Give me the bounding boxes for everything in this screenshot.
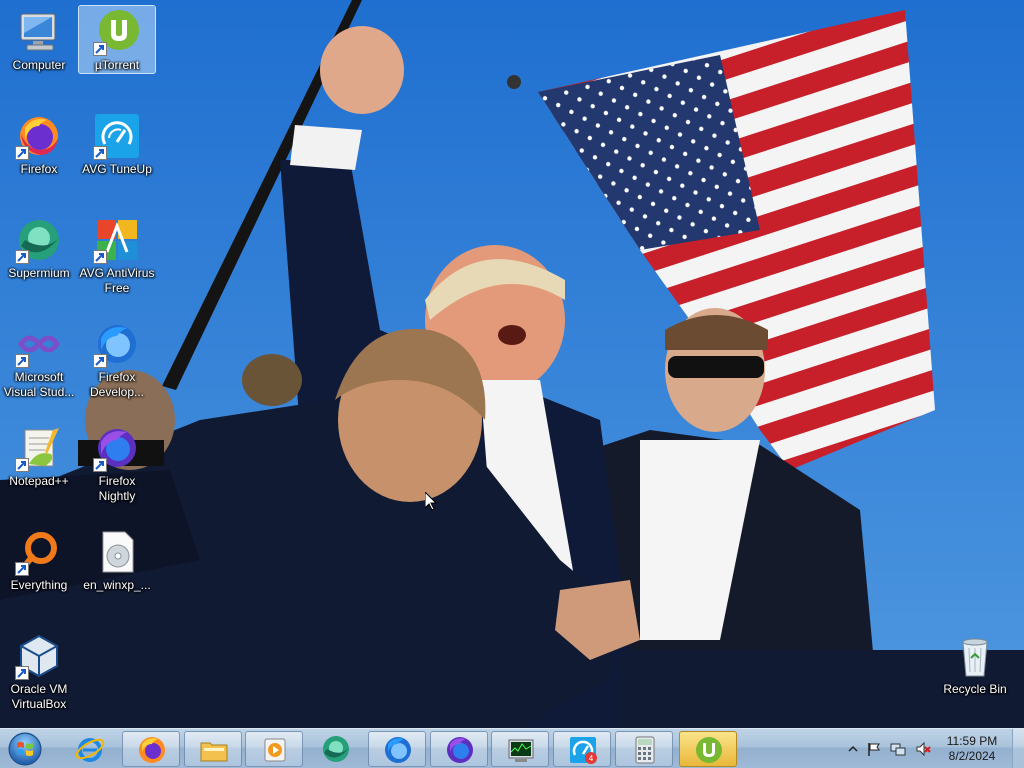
desktop-icon-firefox[interactable]: Firefox	[1, 110, 77, 177]
desktop-icon-label: Recycle Bin	[943, 682, 1007, 696]
shortcut-arrow-icon	[93, 42, 107, 56]
utorrent-icon	[93, 8, 141, 56]
notepad-plus-plus-icon	[15, 424, 63, 472]
avg-tuneup-icon: 4	[570, 737, 597, 764]
shortcut-arrow-icon	[15, 354, 29, 368]
taskbar-button-file-explorer[interactable]	[184, 731, 242, 767]
action-center-flag-icon[interactable]	[866, 741, 882, 757]
disc-image-icon	[93, 528, 141, 576]
firefox-nightly-icon	[447, 737, 473, 763]
avg-tuneup-icon	[93, 112, 141, 160]
desktop-icon-visual-studio[interactable]: Microsoft Visual Stud...	[1, 318, 77, 400]
taskbar-button-avg-tuneup[interactable]: 4	[553, 731, 611, 767]
shortcut-arrow-icon	[15, 458, 29, 472]
shortcut-arrow-icon	[15, 666, 29, 680]
desktop-icon-winxp-iso[interactable]: en_winxp_...	[79, 526, 155, 593]
desktop-icon-avg-antivirus[interactable]: AVG AntiVirus Free	[79, 214, 155, 296]
firefox-icon	[15, 112, 63, 160]
firefox-developer-icon	[385, 737, 411, 763]
firefox-developer-icon	[93, 320, 141, 368]
desktop-icon-label: Firefox	[20, 162, 58, 176]
firefox-icon	[139, 737, 165, 763]
shortcut-arrow-icon	[93, 250, 107, 264]
everything-search-icon	[15, 528, 63, 576]
desktop-icon-label: AVG AntiVirus Free	[79, 266, 155, 295]
taskbar: 4 11:59 PM 8/2/2024	[0, 728, 1024, 768]
desktop-icon-computer[interactable]: Computer	[1, 6, 77, 73]
desktop-icon-everything[interactable]: Everything	[1, 526, 77, 593]
taskbar-button-utorrent[interactable]	[679, 731, 737, 767]
taskbar-button-internet-explorer[interactable]	[61, 731, 119, 767]
show-hidden-icons-chevron-icon[interactable]	[845, 741, 861, 757]
notification-badge: 4	[589, 754, 594, 763]
taskbar-button-supermium[interactable]	[307, 731, 365, 767]
mouse-cursor-icon	[424, 490, 438, 511]
utorrent-icon	[696, 737, 722, 763]
desktop-icon-virtualbox[interactable]: Oracle VM VirtualBox	[1, 630, 77, 712]
taskbar-button-media-player[interactable]	[245, 731, 303, 767]
system-tray: 11:59 PM 8/2/2024	[840, 729, 1024, 768]
task-manager-icon	[508, 739, 534, 762]
volume-muted-icon[interactable]	[915, 741, 931, 757]
shortcut-arrow-icon	[15, 250, 29, 264]
desktop-icon-firefox-nightly[interactable]: Firefox Nightly	[79, 422, 155, 504]
desktop-icon-avg-tuneup[interactable]: AVG TuneUp	[79, 110, 155, 177]
desktop-icon-recycle-bin[interactable]: Recycle Bin	[937, 630, 1013, 697]
taskbar-button-firefox-nightly[interactable]	[430, 731, 488, 767]
start-button[interactable]	[4, 731, 46, 767]
desktop-icon-label: Microsoft Visual Stud...	[3, 370, 75, 399]
avg-antivirus-icon	[93, 216, 141, 264]
supermium-icon	[323, 736, 349, 762]
internet-explorer-icon	[75, 738, 105, 762]
media-player-icon	[264, 738, 286, 762]
shortcut-arrow-icon	[15, 146, 29, 160]
desktop-icon-label: AVG TuneUp	[82, 162, 152, 176]
calculator-icon	[635, 736, 655, 764]
taskbar-button-firefox-developer[interactable]	[368, 731, 426, 767]
taskbar-button-calculator[interactable]	[615, 731, 673, 767]
show-desktop-button[interactable]	[1012, 729, 1024, 768]
desktop-icon-supermium[interactable]: Supermium	[1, 214, 77, 281]
desktop-icon-label: µTorrent	[94, 58, 140, 72]
computer-icon	[15, 8, 63, 56]
firefox-nightly-icon	[93, 424, 141, 472]
recycle-bin-icon	[951, 632, 999, 680]
desktop-icon-label: Notepad++	[9, 474, 69, 488]
virtualbox-icon	[15, 632, 63, 680]
desktop-icon-label: Everything	[10, 578, 68, 592]
shortcut-arrow-icon	[93, 458, 107, 472]
desktop-icon-utorrent[interactable]: µTorrent	[78, 5, 156, 74]
clock-date: 8/2/2024	[948, 749, 996, 763]
file-explorer-icon	[200, 742, 228, 762]
taskbar-button-task-manager[interactable]	[491, 731, 549, 767]
desktop-icon-label: Firefox Nightly	[98, 474, 136, 503]
shortcut-arrow-icon	[93, 146, 107, 160]
desktop-icon-label: Computer	[12, 58, 66, 72]
shortcut-arrow-icon	[93, 354, 107, 368]
desktop-icon-label: Oracle VM VirtualBox	[10, 682, 68, 711]
clock[interactable]: 11:59 PM 8/2/2024	[936, 734, 1008, 764]
desktop-icon-label: en_winxp_...	[83, 578, 151, 592]
windows-start-orb-icon	[8, 732, 42, 766]
shortcut-arrow-icon	[15, 562, 29, 576]
supermium-icon	[15, 216, 63, 264]
visual-studio-icon	[15, 320, 63, 368]
network-icon[interactable]	[890, 741, 906, 757]
desktop-icon-label: Supermium	[8, 266, 70, 280]
desktop-icon-notepad-plus-plus[interactable]: Notepad++	[1, 422, 77, 489]
taskbar-button-firefox[interactable]	[122, 731, 180, 767]
desktop-icon-firefox-developer[interactable]: Firefox Develop...	[79, 318, 155, 400]
clock-time: 11:59 PM	[946, 734, 998, 748]
desktop-icon-label: Firefox Develop...	[89, 370, 145, 399]
